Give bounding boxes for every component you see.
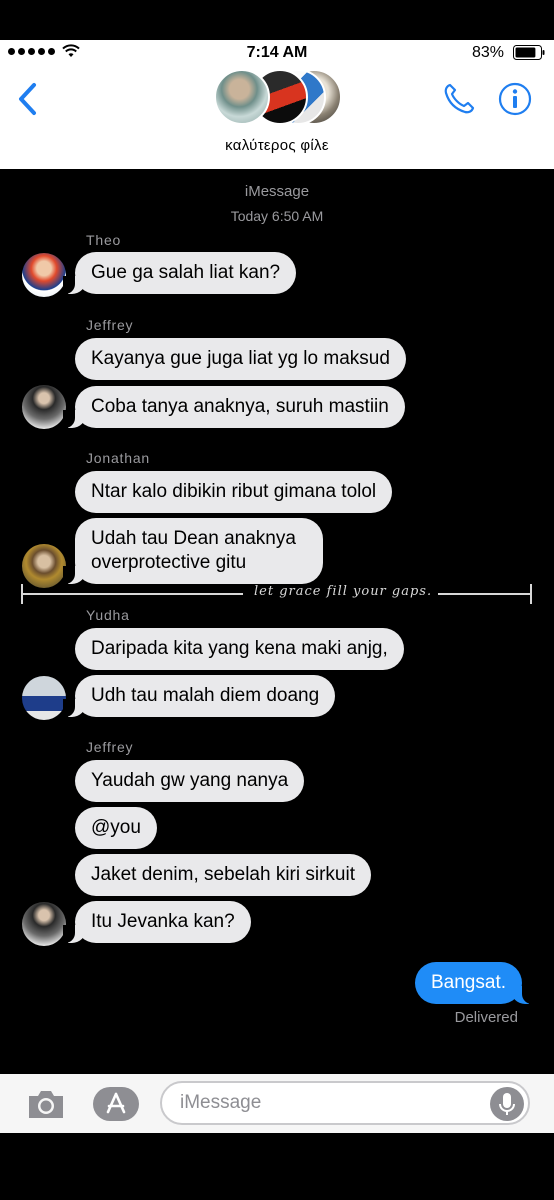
camera-button[interactable] xyxy=(26,1087,66,1121)
message-bubble[interactable]: Ntar kalo dibikin ribut gimana tolol xyxy=(75,471,393,513)
message-bubble[interactable]: Yaudah gw yang nanya xyxy=(75,760,305,802)
info-button[interactable] xyxy=(498,82,532,116)
message-bubble[interactable]: Udah tau Dean anaknya overprotective git… xyxy=(63,518,323,584)
top-black-band xyxy=(0,0,554,40)
outgoing-message-bubble[interactable]: Bangsat. xyxy=(415,962,534,1004)
apps-button[interactable] xyxy=(93,1087,139,1121)
watermark: let grace fill your gaps. xyxy=(0,581,554,607)
back-button[interactable] xyxy=(14,80,44,118)
microphone-icon xyxy=(499,1093,515,1115)
message-bubble[interactable]: Coba tanya anaknya, suruh mastiin xyxy=(63,386,405,428)
thread-timestamp: Today 6:50 AM xyxy=(230,208,324,224)
message-bubble[interactable]: Kayanya gue juga liat yg lo maksud xyxy=(75,338,406,380)
avatar-jeffrey[interactable] xyxy=(22,385,66,429)
message-input[interactable] xyxy=(180,1089,480,1117)
delivery-status: Delivered xyxy=(454,1009,518,1026)
watermark-text: let grace fill your gaps. xyxy=(254,584,433,599)
sender-name: Theo xyxy=(86,232,122,248)
sender-name: Yudha xyxy=(86,607,130,623)
message-bubble[interactable]: @you xyxy=(75,807,157,849)
message-bubble[interactable]: Daripada kita yang kena maki anjg, xyxy=(75,628,404,670)
avatar-jeffrey[interactable] xyxy=(22,902,66,946)
battery-icon xyxy=(513,45,545,60)
compose-bar xyxy=(0,1074,554,1133)
sender-name: Jeffrey xyxy=(86,739,134,755)
group-avatar-1 xyxy=(214,69,270,125)
group-name[interactable]: καλύτερος φίλε xyxy=(0,137,554,154)
message-bubble[interactable]: Gue ga salah liat kan? xyxy=(62,252,297,294)
battery-percentage: 83% xyxy=(471,44,504,61)
message-bubble[interactable]: Udh tau malah diem doang xyxy=(62,675,336,717)
message-bubble[interactable]: Jaket denim, sebelah kiri sirkuit xyxy=(75,854,371,896)
dictation-button[interactable] xyxy=(490,1087,524,1121)
chevron-left-icon xyxy=(19,83,36,115)
message-thread[interactable]: iMessage Today 6:50 AM Theo Gue ga salah… xyxy=(0,169,554,1074)
message-bubble[interactable]: Itu Jevanka kan? xyxy=(63,901,251,943)
avatar-theo[interactable] xyxy=(22,253,66,297)
info-icon xyxy=(498,82,532,116)
conversation-header: 7:14 AM 83% καλύτερος φίλε xyxy=(0,40,554,169)
camera-icon xyxy=(29,1091,63,1118)
group-avatar-stack[interactable] xyxy=(214,69,342,127)
sender-name: Jeffrey xyxy=(86,317,134,333)
status-time: 7:14 AM xyxy=(246,44,308,61)
status-bar: 7:14 AM 83% xyxy=(0,40,554,66)
phone-icon xyxy=(444,83,475,114)
avatar-yudha[interactable] xyxy=(22,676,66,720)
service-label: iMessage xyxy=(244,183,310,200)
call-button[interactable] xyxy=(442,82,476,116)
sender-name: Jonathan xyxy=(86,450,151,466)
bottom-black-band xyxy=(0,1133,554,1200)
message-input-field[interactable] xyxy=(160,1081,530,1125)
app-store-icon xyxy=(93,1087,139,1121)
